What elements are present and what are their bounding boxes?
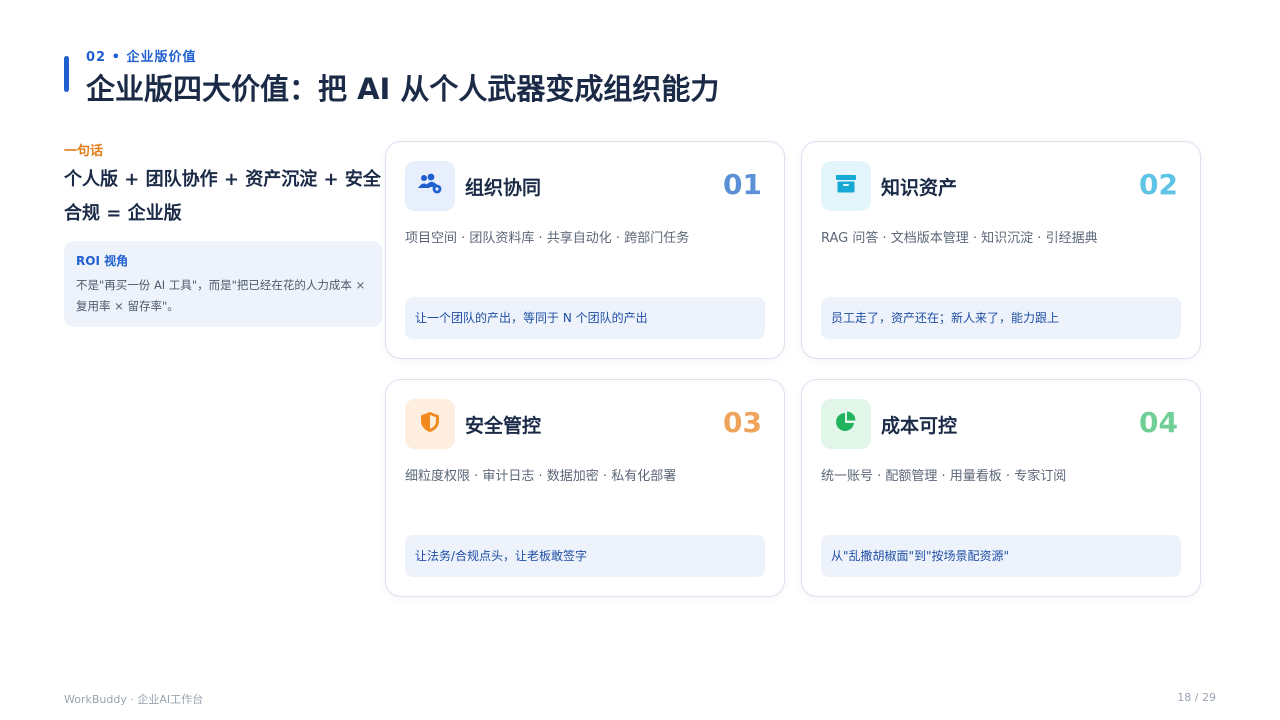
card-description: RAG 问答 · 文档版本管理 · 知识沉淀 · 引经据典 — [821, 231, 1098, 246]
pie-chart-icon — [835, 411, 857, 437]
card-slogan: 员工走了，资产还在；新人来了，能力跟上 — [821, 297, 1181, 339]
title-accent-bar — [64, 56, 69, 92]
value-card-security: 安全管控 03 细粒度权限 · 审计日志 · 数据加密 · 私有化部署 让法务/… — [385, 379, 785, 597]
card-number: 02 — [1139, 168, 1178, 201]
value-card-cost: 成本可控 04 统一账号 · 配额管理 · 用量看板 · 专家订阅 从"乱撒胡椒… — [801, 379, 1201, 597]
value-card-knowledge: 知识资产 02 RAG 问答 · 文档版本管理 · 知识沉淀 · 引经据典 员工… — [801, 141, 1201, 359]
team-gear-icon — [417, 173, 443, 199]
card-slogan: 从"乱撒胡椒面"到"按场景配资源" — [821, 535, 1181, 577]
card-title: 安全管控 — [465, 415, 542, 437]
card-description: 项目空间 · 团队资料库 · 共享自动化 · 跨部门任务 — [405, 231, 690, 246]
summary-label: 一句话 — [64, 144, 104, 159]
section-tag: 02 • 企业版价值 — [86, 50, 197, 65]
card-icon-box — [405, 161, 455, 211]
roi-callout: ROI 视角 不是"再买一份 AI 工具"，而是"把已经在花的人力成本 × 复用… — [64, 241, 382, 327]
roi-title: ROI 视角 — [76, 254, 129, 268]
card-number: 03 — [723, 406, 762, 439]
page-title: 企业版四大价值：把 AI 从个人武器变成组织能力 — [86, 72, 720, 106]
value-card-organization: 组织协同 01 项目空间 · 团队资料库 · 共享自动化 · 跨部门任务 让一个… — [385, 141, 785, 359]
roi-body: 不是"再买一份 AI 工具"，而是"把已经在花的人力成本 × 复用率 × 留存率… — [76, 278, 366, 313]
card-title: 知识资产 — [881, 177, 958, 199]
summary-text: 个人版 + 团队协作 + 资产沉淀 + 安全合规 = 企业版 — [64, 169, 381, 224]
slide: 02 • 企业版价值 企业版四大价值：把 AI 从个人武器变成组织能力 一句话 … — [0, 0, 1280, 720]
archive-box-icon — [835, 174, 857, 198]
card-number: 01 — [723, 168, 762, 201]
card-title: 成本可控 — [881, 415, 958, 437]
card-description: 统一账号 · 配额管理 · 用量看板 · 专家订阅 — [821, 469, 1067, 484]
card-description: 细粒度权限 · 审计日志 · 数据加密 · 私有化部署 — [405, 469, 677, 484]
card-slogan: 让法务/合规点头，让老板敢签字 — [405, 535, 765, 577]
card-icon-box — [405, 399, 455, 449]
card-title: 组织协同 — [465, 177, 542, 199]
card-icon-box — [821, 161, 871, 211]
footer-brand: WorkBuddy · 企业AI工作台 — [64, 693, 204, 706]
shield-icon — [420, 411, 440, 437]
card-slogan: 让一个团队的产出，等同于 N 个团队的产出 — [405, 297, 765, 339]
card-number: 04 — [1139, 406, 1178, 439]
page-number: 18 / 29 — [1177, 691, 1216, 704]
card-icon-box — [821, 399, 871, 449]
